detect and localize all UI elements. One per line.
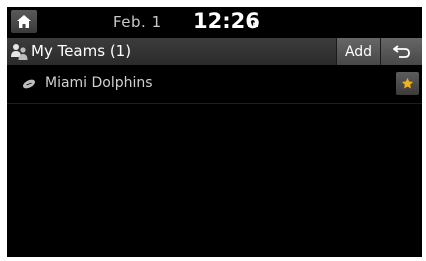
back-arrow-icon xyxy=(393,45,410,58)
home-icon xyxy=(17,15,31,28)
title-bar: My Teams (1) Add xyxy=(7,38,422,65)
favorite-button[interactable] xyxy=(396,72,419,95)
list-item[interactable]: Miami Dolphins xyxy=(7,66,422,103)
team-name: Miami Dolphins xyxy=(45,75,153,91)
star-icon xyxy=(401,77,414,89)
teams-icon xyxy=(11,44,28,60)
page-title: My Teams (1) xyxy=(31,42,132,60)
add-button[interactable]: Add xyxy=(336,38,380,65)
date-display: Feb. 1 xyxy=(113,13,162,31)
status-bar: Feb. 1 12:26 AM xyxy=(7,7,422,36)
list-divider xyxy=(7,103,422,104)
football-icon xyxy=(23,79,35,89)
home-button[interactable] xyxy=(11,10,37,33)
ampm-indicator: AM xyxy=(248,22,259,29)
time-display: 12:26 xyxy=(193,9,260,33)
display-screen: Feb. 1 12:26 AM My Teams (1) Add Miami D… xyxy=(7,7,422,257)
back-button[interactable] xyxy=(380,38,422,65)
